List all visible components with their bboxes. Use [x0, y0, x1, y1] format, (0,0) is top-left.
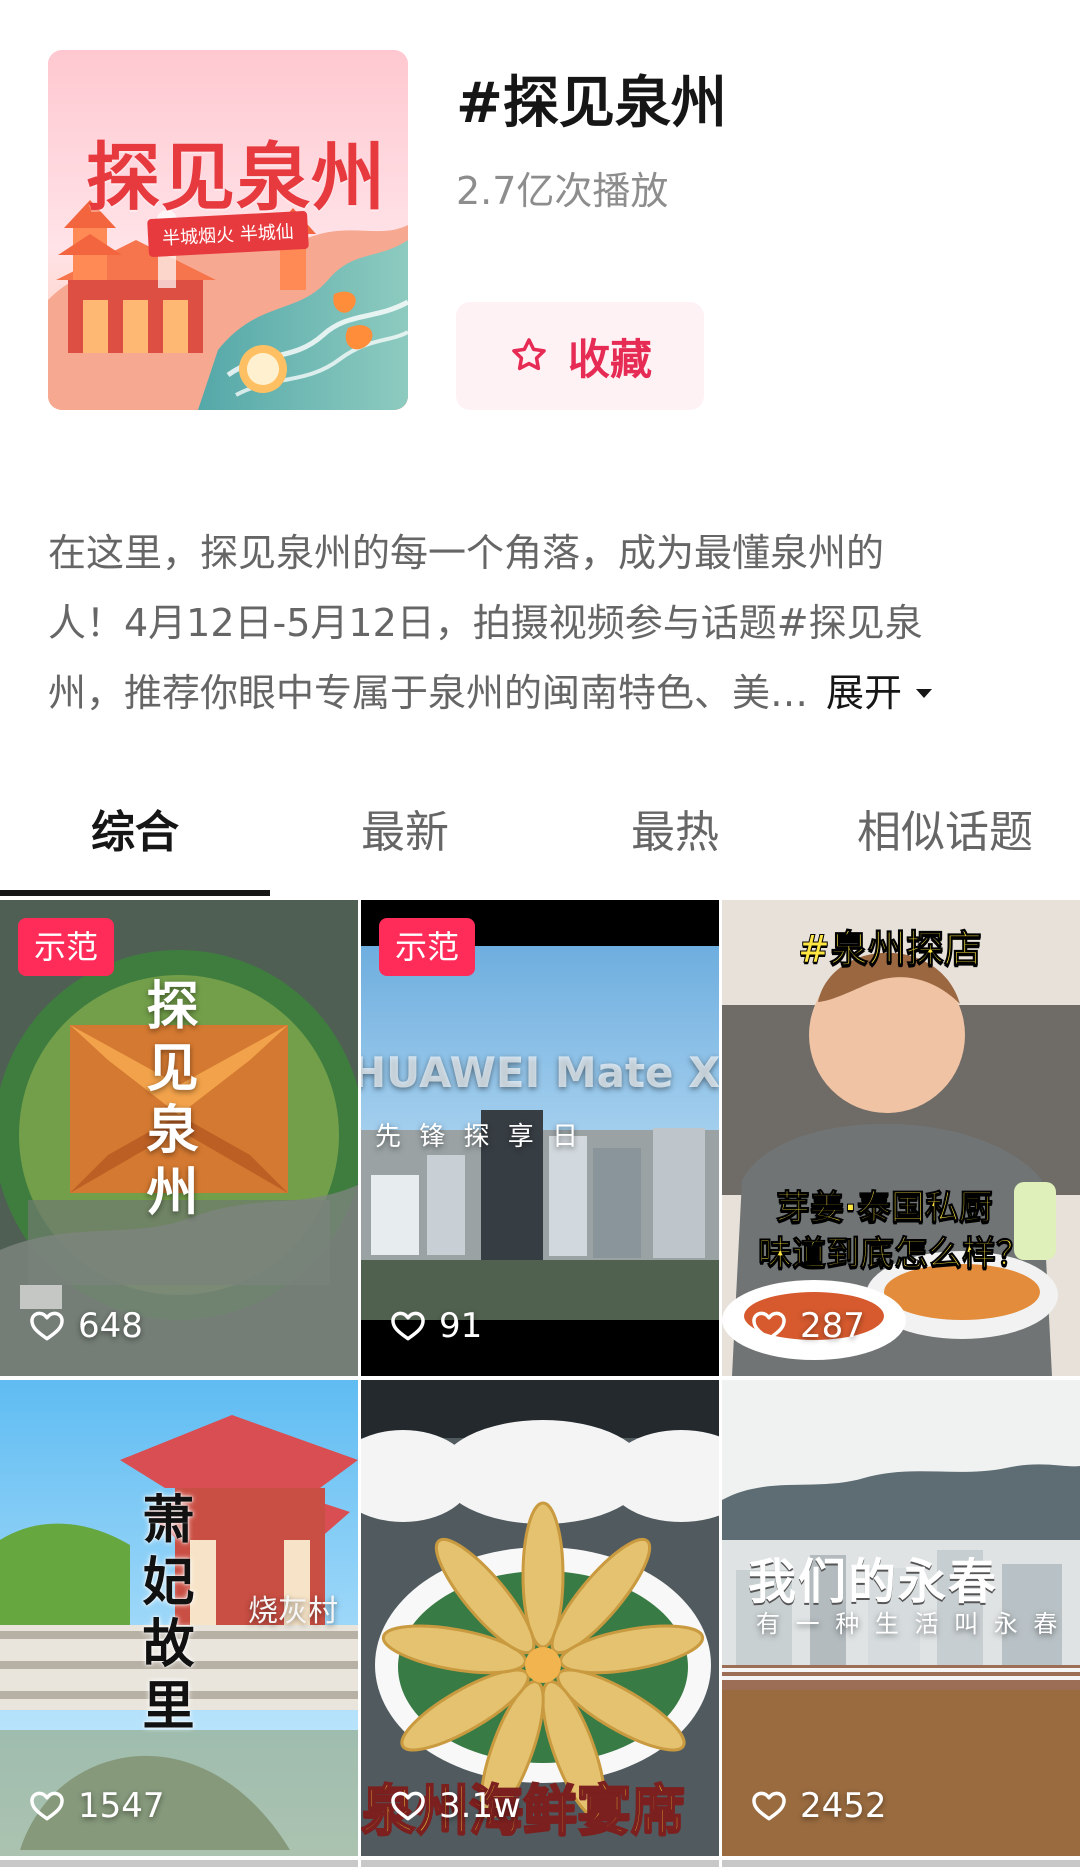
video-title: 萧妃故里	[133, 1492, 194, 1740]
video-likes: 1547	[28, 1786, 165, 1826]
video-card-1[interactable]: 示范 探见泉州 648	[0, 900, 358, 1376]
video-card-5[interactable]: 泉州海鲜宴席 3.1w	[361, 1380, 719, 1856]
video-grid: 示范 探见泉州 648 示范 HUAWEI Mate X 先 锋 探 享 日 9…	[0, 898, 1080, 1867]
topic-tabs: 综合 最新 最热 相似话题	[0, 778, 1080, 898]
collect-button-label: 收藏	[567, 334, 652, 384]
video-card-7-partial[interactable]	[0, 1860, 358, 1867]
topic-page: 探见泉州 半城烟火 半城仙 #探见泉州 2.7亿次播放 收藏 在这里，探见泉州的…	[0, 0, 1080, 1867]
heart-outline-icon	[750, 1307, 788, 1345]
video-title: #泉州探店	[798, 927, 983, 972]
video-card-3[interactable]: #泉州探店 芽姜·泰国私厨 味道到底怎么样？ 287	[722, 900, 1080, 1376]
video-likes: 2452	[750, 1786, 887, 1826]
video-caption-line-1: 芽姜·泰国私厨	[776, 1188, 994, 1229]
heart-outline-icon	[28, 1787, 66, 1825]
topic-title: #探见泉州	[456, 71, 727, 136]
likes-count: 91	[439, 1306, 483, 1346]
likes-count: 287	[800, 1306, 865, 1346]
description-line-3: 州，推荐你眼中专属于泉州的闽南特色、美…	[48, 671, 809, 715]
topic-cover-image: 探见泉州 半城烟火 半城仙	[48, 50, 408, 410]
topic-description: 在这里，探见泉州的每一个角落，成为最懂泉州的 人！4月12日-5月12日，拍摄视…	[48, 518, 1028, 728]
triangle-down-icon	[912, 681, 936, 705]
likes-count: 1547	[78, 1786, 165, 1826]
tab-comprehensive[interactable]: 综合	[0, 778, 270, 898]
video-card-6[interactable]: 我们的永春 有 一 种 生 活 叫 永 春 2452	[722, 1380, 1080, 1856]
demo-badge: 示范	[379, 918, 475, 976]
heart-outline-icon	[28, 1307, 66, 1345]
topic-play-count: 2.7亿次播放	[456, 169, 669, 213]
expand-label: 展开	[826, 671, 903, 715]
description-line-1: 在这里，探见泉州的每一个角落，成为最懂泉州的	[48, 531, 885, 575]
tab-latest[interactable]: 最新	[270, 778, 540, 898]
heart-outline-icon	[389, 1787, 427, 1825]
heart-outline-icon	[750, 1787, 788, 1825]
video-likes: 91	[389, 1306, 482, 1346]
description-line-2: 人！4月12日-5月12日，拍摄视频参与话题#探见泉	[48, 601, 923, 645]
description-line-3-row: 州，推荐你眼中专属于泉州的闽南特色、美… 展开	[48, 658, 1028, 728]
video-card-4[interactable]: 萧妃故里 烧灰村 1547	[0, 1380, 358, 1856]
video-card-2[interactable]: 示范 HUAWEI Mate X2 先 锋 探 享 日 91	[361, 900, 719, 1376]
expand-description-button[interactable]: 展开	[826, 658, 936, 728]
video-title: 我们的永春	[748, 1554, 999, 1610]
likes-count: 648	[78, 1306, 143, 1346]
video-card-9-partial[interactable]	[722, 1860, 1080, 1867]
video-caption: 烧灰村	[248, 1594, 338, 1629]
likes-count: 2452	[800, 1786, 887, 1826]
cover-title-text: 探见泉州	[86, 135, 386, 221]
tab-similar-topics[interactable]: 相似话题	[810, 778, 1080, 898]
likes-count: 3.1w	[439, 1786, 521, 1826]
collect-button[interactable]: 收藏	[456, 302, 704, 410]
demo-badge: 示范	[18, 918, 114, 976]
video-likes: 648	[28, 1306, 143, 1346]
video-caption: 先 锋 探 享 日	[375, 1122, 584, 1152]
video-likes: 287	[750, 1306, 865, 1346]
video-caption-line-2: 味道到底怎么样？	[758, 1234, 1031, 1275]
video-likes: 3.1w	[389, 1786, 521, 1826]
active-tab-indicator	[0, 890, 270, 896]
video-title: 探见泉州	[137, 978, 198, 1226]
tab-hottest[interactable]: 最热	[540, 778, 810, 898]
star-outline-icon	[508, 335, 550, 377]
video-title: HUAWEI Mate X2	[361, 1048, 719, 1097]
heart-outline-icon	[389, 1307, 427, 1345]
video-card-8-partial[interactable]	[361, 1860, 719, 1867]
video-caption: 有 一 种 生 活 叫 永 春	[756, 1610, 1062, 1638]
